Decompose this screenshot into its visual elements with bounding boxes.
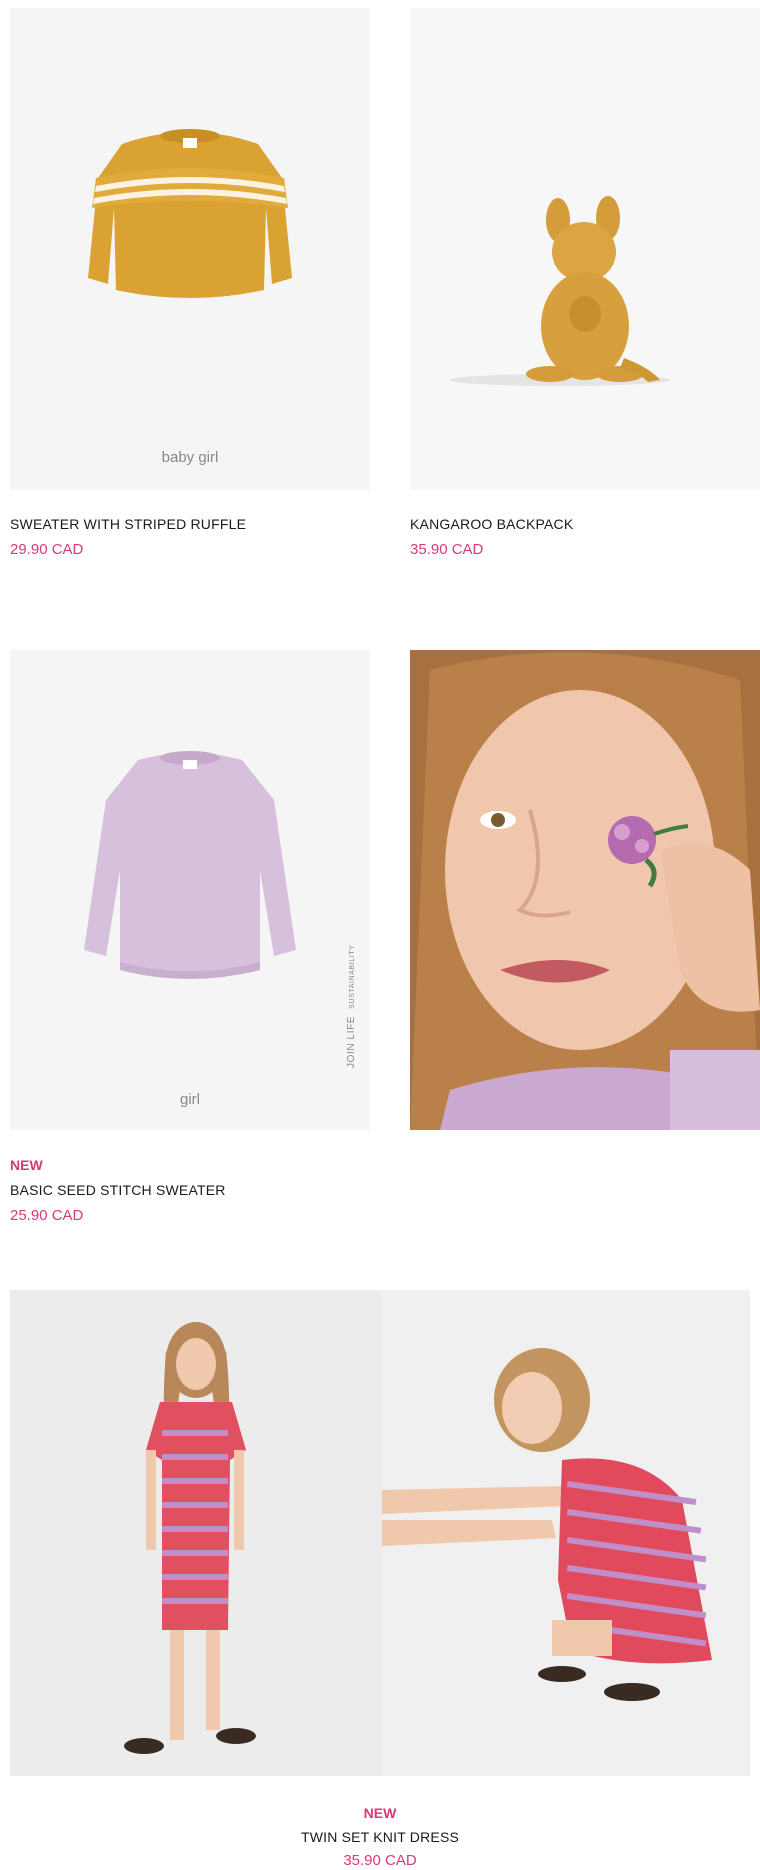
product-image-seed-stitch-sweater[interactable] <box>10 650 370 1130</box>
product-image-kangaroo-backpack[interactable] <box>410 8 760 490</box>
new-badge: NEW <box>363 1805 397 1821</box>
model-photo-girl-with-flower[interactable] <box>410 650 760 1130</box>
product-price: 25.90 CAD <box>10 1207 84 1224</box>
product-price: 35.90 CAD <box>343 1852 417 1869</box>
product-name[interactable]: KANGAROO BACKPACK <box>410 516 573 532</box>
product-name[interactable]: SWEATER WITH STRIPED RUFFLE <box>10 516 246 532</box>
dress-crouching-illustration <box>382 1290 750 1776</box>
product-image-sweater-striped-ruffle[interactable] <box>10 8 370 490</box>
portrait-illustration <box>410 650 760 1130</box>
new-badge: NEW <box>10 1157 43 1173</box>
photo-caption-girl: girl <box>179 1091 200 1108</box>
join-life-label: JOIN LIFE SUSTAINABILITY <box>346 944 357 1068</box>
mustard-sweater-illustration <box>10 8 370 490</box>
product-image-knit-dress-crouching[interactable] <box>382 1290 750 1776</box>
kangaroo-backpack-illustration <box>410 8 760 490</box>
dress-standing-illustration <box>10 1290 382 1776</box>
photo-caption-baby-girl: baby girl <box>161 449 219 466</box>
product-image-knit-dress-standing[interactable] <box>10 1290 382 1776</box>
product-price: 29.90 CAD <box>10 541 84 558</box>
product-name[interactable]: TWIN SET KNIT DRESS <box>0 1829 760 1845</box>
product-price: 35.90 CAD <box>410 541 484 558</box>
lilac-sweater-illustration <box>10 650 370 1130</box>
product-name[interactable]: BASIC SEED STITCH SWEATER <box>10 1182 226 1198</box>
